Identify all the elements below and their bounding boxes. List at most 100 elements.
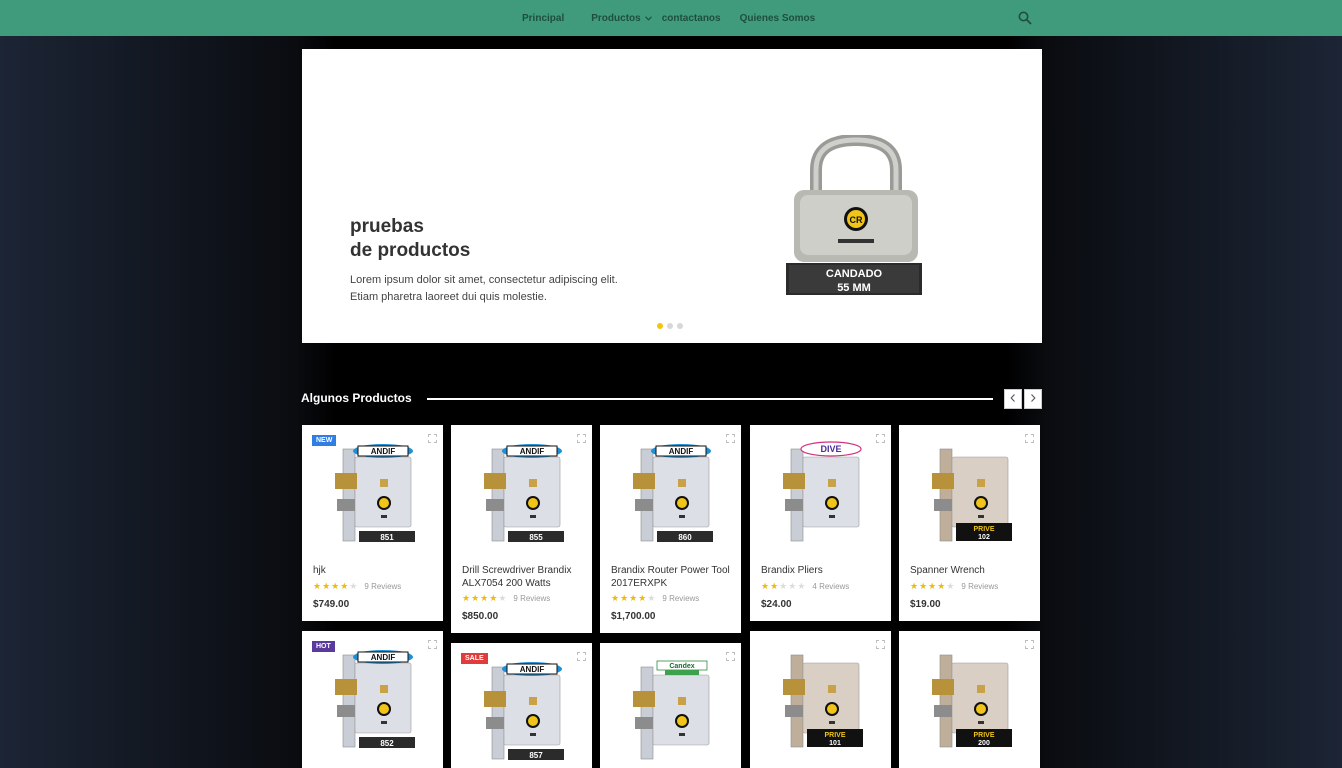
mortise-lock-image: Candex xyxy=(633,660,710,760)
product-name[interactable]: hjk xyxy=(313,564,433,577)
expand-icon[interactable] xyxy=(428,430,437,443)
review-count: 9 Reviews xyxy=(513,594,551,603)
product-rating: ★ ★ ★ ★ ★ 9 Reviews xyxy=(462,593,550,604)
nav-item-productos[interactable]: Productos xyxy=(591,0,652,36)
section-title: Algunos Productos xyxy=(301,391,412,405)
mortise-lock-image: PRIVE101 xyxy=(783,654,863,748)
mortise-lock-image: PRIVE102 xyxy=(932,448,1012,542)
top-navigation: Principal Productos contactanos Quienes … xyxy=(0,0,1342,36)
product-card[interactable]: PRIVE 200 xyxy=(899,631,1040,768)
star-icon: ★ xyxy=(331,581,340,591)
svg-text:860: 860 xyxy=(678,533,692,542)
search-icon[interactable] xyxy=(1018,11,1032,25)
slider-dot[interactable] xyxy=(667,323,673,329)
nav-item-label: Principal xyxy=(522,12,565,24)
mortise-lock-image: ANDIF 855 xyxy=(484,444,564,542)
product-name[interactable]: Brandix Router Power Tool 2017ERXPK xyxy=(611,564,731,590)
svg-text:852: 852 xyxy=(380,739,394,748)
review-count: 9 Reviews xyxy=(961,582,999,591)
product-card[interactable]: PRIVE 102 Spanner Wrench ★ ★ ★ ★ ★ 9 Reviews $19.… xyxy=(899,425,1040,621)
product-price: $24.00 xyxy=(761,599,792,610)
product-name[interactable]: Spanner Wrench xyxy=(910,564,1030,577)
product-badge: NEW xyxy=(312,435,337,446)
mortise-lock-image: DIVE xyxy=(783,441,862,542)
svg-text:CR: CR xyxy=(850,215,863,225)
product-rating: ★ ★ ★ ★ ★ 4 Reviews xyxy=(761,581,849,592)
expand-icon[interactable] xyxy=(726,430,735,443)
nav-item-principal[interactable]: Principal xyxy=(522,0,564,36)
expand-icon[interactable] xyxy=(428,636,437,649)
expand-icon[interactable] xyxy=(577,430,586,443)
star-icon: ★ xyxy=(788,581,797,591)
star-icon: ★ xyxy=(797,581,806,591)
svg-text:PRIVE: PRIVE xyxy=(973,526,994,533)
product-card[interactable]: ANDIF 860 Brandix Router Power Tool 2017ER… xyxy=(600,425,741,633)
product-price: $19.00 xyxy=(910,599,941,610)
product-name[interactable]: Brandix Pliers xyxy=(761,564,881,577)
expand-icon[interactable] xyxy=(1025,636,1034,649)
section-divider xyxy=(427,398,993,400)
expand-icon[interactable] xyxy=(1025,430,1034,443)
star-icon: ★ xyxy=(919,581,928,591)
star-icon: ★ xyxy=(761,581,770,591)
mortise-lock-image: ANDIF 860 xyxy=(633,444,713,542)
svg-text:DIVE: DIVE xyxy=(820,444,841,454)
svg-text:200: 200 xyxy=(978,740,990,747)
nav-item-label: Productos xyxy=(591,12,641,24)
product-card[interactable]: Candex xyxy=(600,643,741,768)
chevron-left-icon xyxy=(1010,393,1016,405)
product-rating: ★ ★ ★ ★ ★ 9 Reviews xyxy=(611,593,699,604)
expand-icon[interactable] xyxy=(577,648,586,661)
chevron-down-icon xyxy=(644,14,652,23)
star-icon: ★ xyxy=(489,593,498,603)
expand-icon[interactable] xyxy=(726,648,735,661)
svg-text:ANDIF: ANDIF xyxy=(520,665,545,674)
padlock-image: CR CANDADO 55 MM xyxy=(786,135,922,295)
product-name[interactable]: Drill Screwdriver Brandix ALX7054 200 Wa… xyxy=(462,564,582,590)
hero-text-line: Lorem ipsum dolor sit amet, consectetur … xyxy=(350,274,618,286)
carousel-next-button[interactable] xyxy=(1024,389,1042,409)
svg-text:PRIVE: PRIVE xyxy=(973,732,994,739)
chevron-right-icon xyxy=(1030,393,1036,405)
star-icon: ★ xyxy=(611,593,620,603)
nav-item-label: contactanos xyxy=(661,12,721,24)
nav-menu: Principal Productos contactanos Quienes … xyxy=(522,0,815,36)
product-card[interactable]: DIVE Brandix Pliers ★ ★ ★ ★ ★ 4 Reviews $24.00 xyxy=(750,425,891,621)
mortise-lock-image: ANDIF 857 xyxy=(484,662,564,760)
product-card[interactable]: ANDIF 852 HOT xyxy=(302,631,443,768)
review-count: 9 Reviews xyxy=(662,594,700,603)
product-card[interactable]: ANDIF 851 NEW hjk ★ ★ ★ ★ ★ 9 Reviews $749.00 xyxy=(302,425,443,621)
hero-description: Lorem ipsum dolor sit amet, consectetur … xyxy=(350,272,650,306)
mortise-lock-image: ANDIF 852 xyxy=(335,650,415,748)
svg-text:ANDIF: ANDIF xyxy=(371,653,396,662)
hero-title-line: de productos xyxy=(350,240,471,261)
star-icon: ★ xyxy=(647,593,656,603)
slider-dot[interactable] xyxy=(657,323,663,329)
slider-dots xyxy=(657,323,683,329)
expand-icon[interactable] xyxy=(876,636,885,649)
carousel-prev-button[interactable] xyxy=(1004,389,1022,409)
star-icon: ★ xyxy=(322,581,331,591)
svg-text:857: 857 xyxy=(529,751,543,760)
svg-text:PRIVE: PRIVE xyxy=(824,732,845,739)
product-rating: ★ ★ ★ ★ ★ 9 Reviews xyxy=(313,581,401,592)
star-icon: ★ xyxy=(770,581,779,591)
svg-text:851: 851 xyxy=(380,533,394,542)
product-rating: ★ ★ ★ ★ ★ 9 Reviews xyxy=(910,581,998,592)
nav-item-quienes-somos[interactable]: Quienes Somos xyxy=(740,0,816,36)
star-icon: ★ xyxy=(937,581,946,591)
svg-text:ANDIF: ANDIF xyxy=(371,447,396,456)
expand-icon[interactable] xyxy=(876,430,885,443)
hero-text-line: Etiam pharetra laoreet dui quis molestie… xyxy=(350,291,547,303)
star-icon: ★ xyxy=(638,593,647,603)
mortise-lock-image: ANDIF 851 xyxy=(335,444,415,542)
star-icon: ★ xyxy=(471,593,480,603)
slider-dot[interactable] xyxy=(677,323,683,329)
star-icon: ★ xyxy=(349,581,358,591)
product-card[interactable]: PRIVE 101 xyxy=(750,631,891,768)
product-card[interactable]: ANDIF 857 SALE xyxy=(451,643,592,768)
nav-item-contactanos[interactable]: contactanos xyxy=(662,0,721,36)
star-icon: ★ xyxy=(462,593,471,603)
product-card[interactable]: ANDIF 855 Drill Screwdriver Brandix ALX705… xyxy=(451,425,592,633)
product-price: $1,700.00 xyxy=(611,611,656,622)
